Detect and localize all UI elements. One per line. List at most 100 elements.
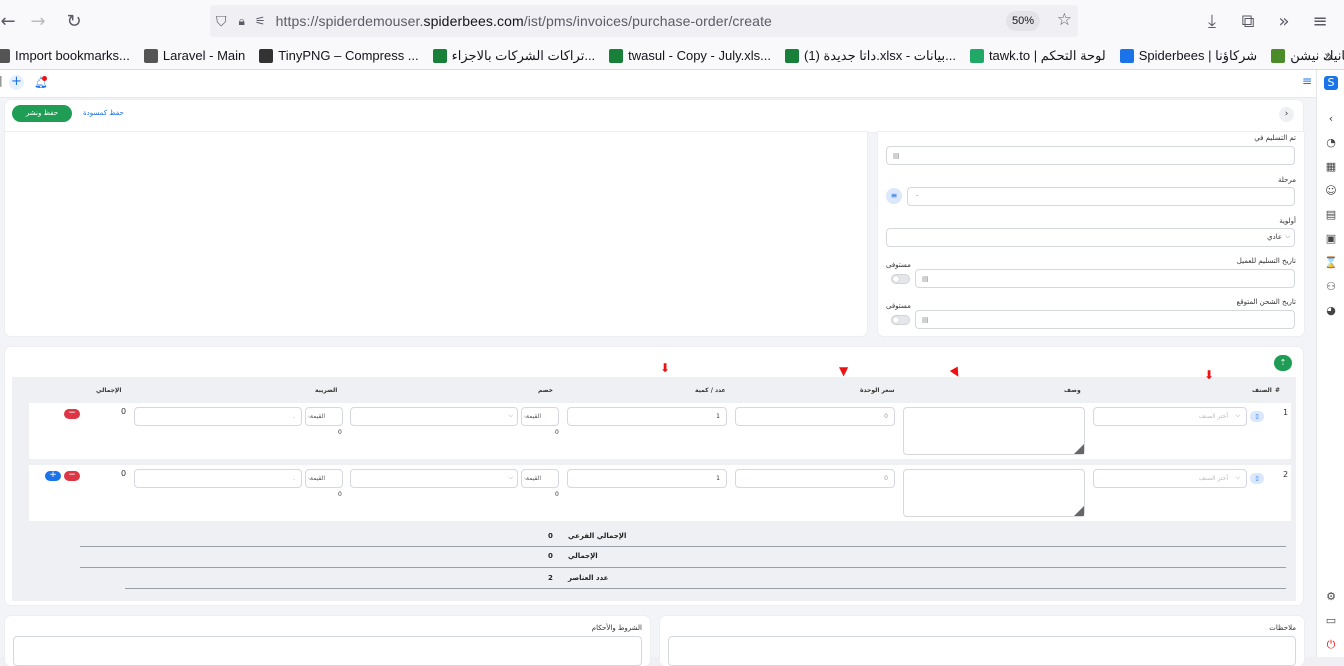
priority-select[interactable]: عادي ⌵ [886,228,1295,247]
bookmark-label: Import bookmarks... [15,48,130,63]
collapse-sidebar-icon[interactable]: | [0,74,3,87]
bookmarks-overflow-icon[interactable]: » [1324,47,1332,63]
terms-label: الشروط والأحكام [591,624,642,632]
bookmark-item[interactable]: TinyPNG – Compress ... [259,48,419,63]
bookmark-label: TinyPNG – Compress ... [278,48,419,63]
spiderbees-icon [1119,48,1134,63]
app-logo-icon[interactable]: S [1324,76,1338,90]
reports-icon[interactable]: ▣ [1324,232,1338,246]
extensions-icon[interactable]: ⧉ [1232,5,1264,37]
bookmark-item[interactable]: داتا جديدة (1).xlsx - بيانات... [784,48,956,64]
remove-row-button[interactable]: − [64,409,80,419]
client-delivery-label: تاريخ التسليم للعميل [1236,257,1296,265]
qty-input[interactable]: 1 [567,469,727,488]
col-unit-price: سعر الوحدة [860,387,895,394]
dashboard-icon[interactable]: ◔ [1324,136,1338,150]
total-label: الإجمالي [568,552,598,560]
delivered-in-field[interactable]: ▤ [886,146,1295,165]
discount-type-select[interactable]: القيمة ⌵ [521,469,559,488]
annotation-arrow-price: ▼ [839,364,849,378]
users-icon[interactable]: ☺ [1324,184,1338,198]
add-icon[interactable]: + [9,75,24,90]
chevron-left-icon[interactable]: ‹ [1324,112,1338,126]
bookmark-item[interactable]: Spiderbees | شركاؤنا [1119,48,1257,64]
tax-input[interactable]: . [134,407,302,426]
items-table: # الصنف وصف سعر الوحدة عدد / كمية خصم ال… [12,361,1296,601]
zoom-indicator[interactable]: 50% [1005,11,1040,31]
bookmark-item[interactable]: twasul - Copy - July.xls... [609,48,771,63]
bookmark-item-icon[interactable]: ▯ [1250,411,1264,422]
unit-price-input[interactable]: 0 [735,469,895,488]
resize-grip-icon[interactable] [1074,444,1084,454]
item-select[interactable]: أختر الصنف ⌵ [1093,407,1247,426]
bookmark-item-icon[interactable]: ▯ [1250,473,1264,484]
calendar-icon[interactable]: ▦ [1324,160,1338,174]
add-row-button[interactable]: + [45,471,61,481]
downloads-icon[interactable]: ⤓ [1196,5,1228,37]
notes-label: ملاحظات [1269,624,1296,632]
back-icon[interactable]: ← [0,5,24,37]
add-item-top-icon[interactable]: ⇡ [1274,355,1292,371]
app-topbar: | + 🔔︎ ≡ [0,70,1344,98]
tasks-icon[interactable]: ⌛ [1324,256,1338,270]
terms-textarea[interactable] [13,636,642,666]
save-publish-button[interactable]: حفظ ونشر [12,105,72,122]
col-desc: وصف [1064,387,1081,394]
lock-icon[interactable]: 🔒︎ [239,14,245,29]
stage-list-icon[interactable]: ≡ [886,188,902,204]
description-textarea[interactable] [903,469,1085,517]
bookmark-item[interactable]: الحمراء – اورجانيك نيشن ... [1271,48,1344,64]
permissions-icon[interactable]: ⚟ [255,14,266,28]
forward-icon[interactable]: → [22,5,54,37]
menu-icon[interactable]: ≡ [1304,5,1336,37]
expected-ship-date-field[interactable]: ▤ [915,310,1295,329]
bookmark-item[interactable]: Import bookmarks... [0,48,130,63]
stage-select[interactable]: - [907,187,1295,206]
frog-icon [1271,48,1286,63]
col-qty: عدد / كمية [695,387,726,394]
tax-input[interactable]: . [134,469,302,488]
sheets-icon [432,48,447,63]
fulfilled-toggle-2[interactable] [891,315,910,325]
shield-icon[interactable]: ⛉ [216,13,227,30]
url-text[interactable]: https://spiderdemouser.spiderbees.com/is… [276,13,772,29]
reload-icon[interactable]: ↻ [58,5,90,37]
fulfilled-label-2: مستوفى [886,302,911,310]
total-value: 0 [548,552,553,560]
tax-type-select[interactable]: القيمة ⌵ [305,469,343,488]
bookmark-item[interactable]: تراكات الشركات بالاجزاء... [432,48,595,64]
summary-divider [80,546,1286,547]
hamburger-icon[interactable]: ≡ [1302,74,1312,88]
save-draft-button[interactable]: حفظ كمسودة [83,109,124,117]
unit-price-input[interactable]: 0 [735,407,895,426]
stats-icon[interactable]: ◕ [1324,304,1338,318]
qty-input[interactable]: 1 [567,407,727,426]
description-textarea[interactable] [903,407,1085,455]
team-icon[interactable]: ⚇ [1324,280,1338,294]
documents-icon[interactable]: ▤ [1324,208,1338,222]
client-delivery-date-field[interactable]: ▤ [915,269,1295,288]
settings-gear-icon[interactable]: ⚙ [1324,590,1338,604]
chat-icon[interactable]: ▭ [1324,614,1338,628]
discount-input[interactable]: ⌵ [350,407,518,426]
discount-sub-value: 0 [555,491,559,498]
notes-textarea[interactable] [668,636,1296,666]
discount-type-select[interactable]: القيمة ⌵ [521,407,559,426]
bookmark-item[interactable]: tawk.to | لوحة التحكم [969,48,1106,64]
remove-row-button[interactable]: − [64,471,80,481]
item-select[interactable]: أختر الصنف ⌵ [1093,469,1247,488]
globe-icon [143,48,158,63]
tax-type-select[interactable]: القيمة ⌵ [305,407,343,426]
discount-input[interactable]: ⌵ [350,469,518,488]
overflow-chevron-icon[interactable]: » [1268,5,1300,37]
col-total: الإجمالي [96,387,122,394]
bookmark-item[interactable]: Laravel - Main [143,48,245,63]
bookmark-star-icon[interactable]: ☆ [1057,10,1072,30]
chevron-down-icon: ⌵ [508,474,513,481]
resize-grip-icon[interactable] [1074,506,1084,516]
browser-toolbar: ← → ↻ ⛉ 🔒︎ ⚟ https://spiderdemouser.spid… [0,0,1344,42]
collapse-chevron-icon[interactable]: › [1279,107,1294,122]
power-icon[interactable]: ⏻ [1324,638,1338,652]
url-bar[interactable]: ⛉ 🔒︎ ⚟ https://spiderdemouser.spiderbees… [210,5,1078,37]
fulfilled-toggle-1[interactable] [891,274,910,284]
